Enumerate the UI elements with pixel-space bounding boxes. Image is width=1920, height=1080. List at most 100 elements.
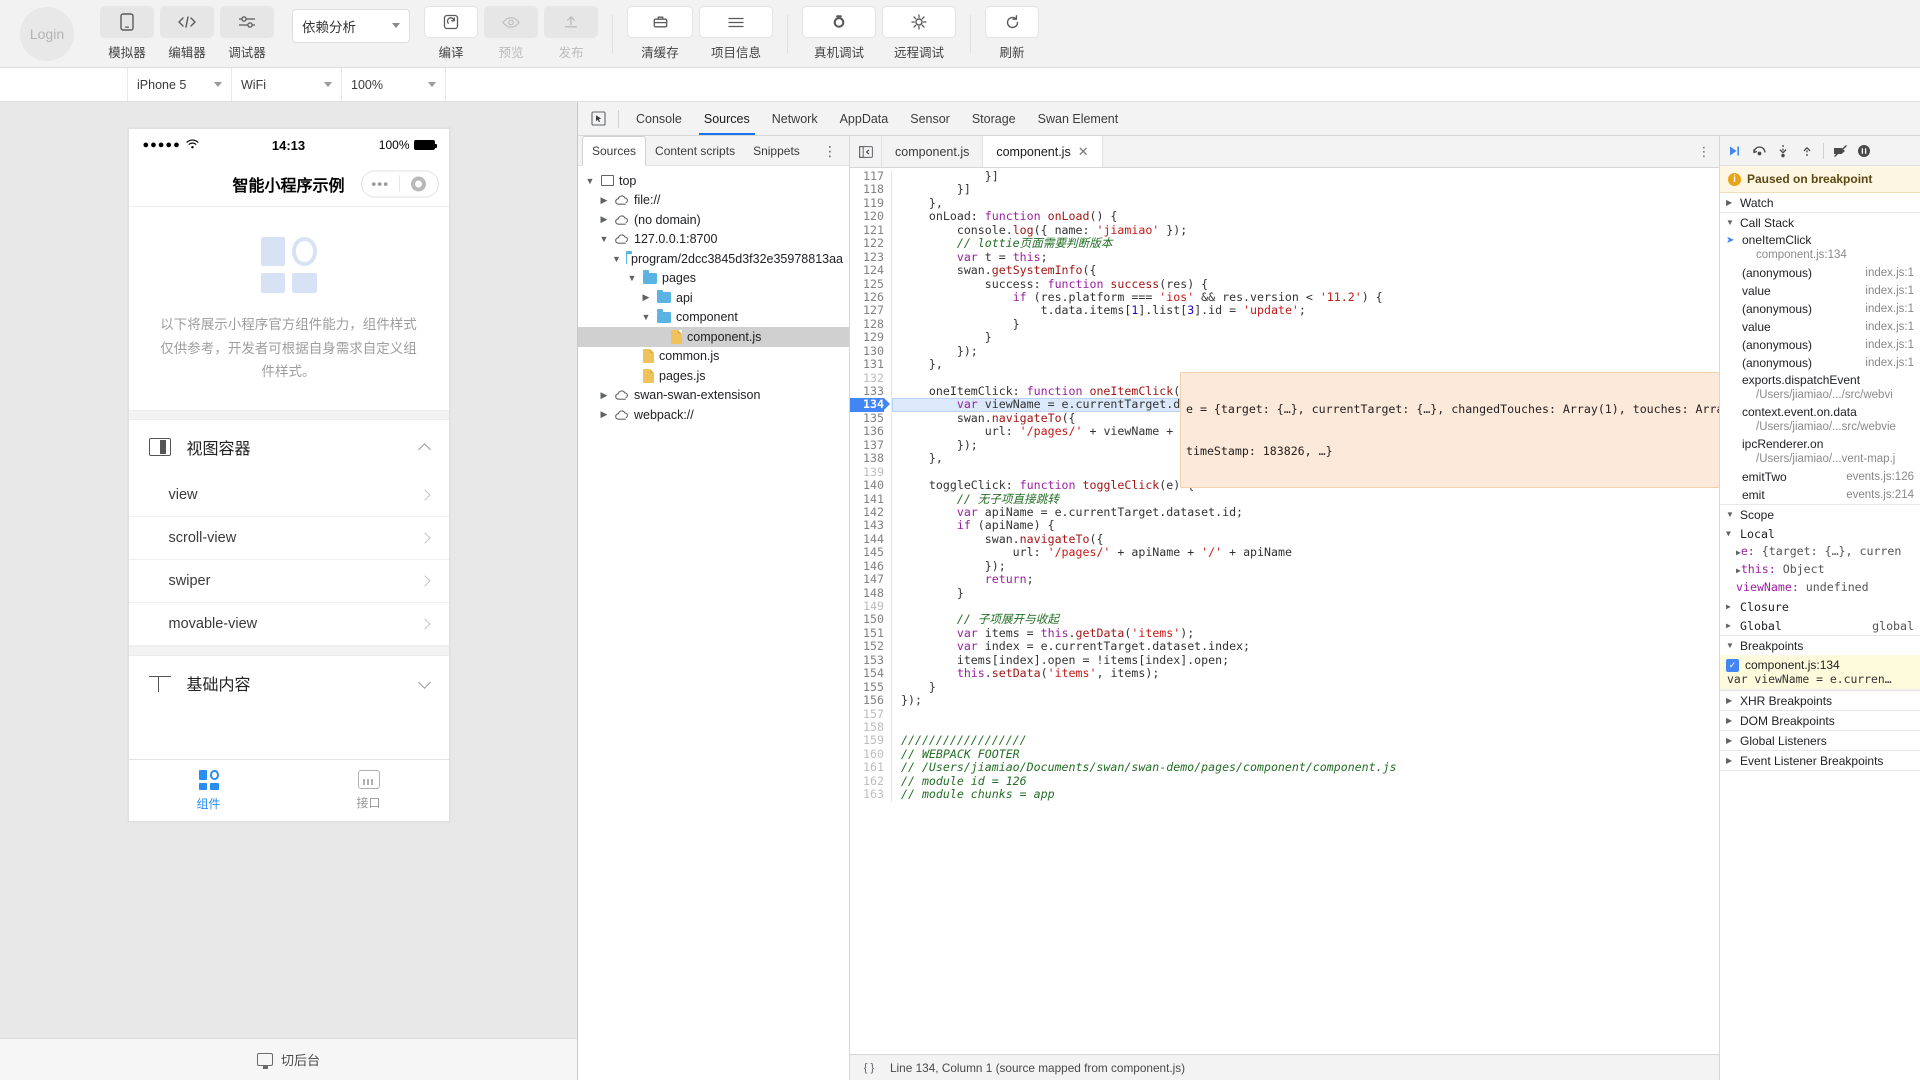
code-line[interactable]: var t = this; [901,251,1719,264]
line-number[interactable]: 129 [850,331,884,344]
tab-sensor[interactable]: Sensor [899,102,961,135]
zoom-select[interactable]: 100% [342,68,446,101]
code-line[interactable]: }); [901,345,1719,358]
code-line[interactable]: } [901,331,1719,344]
call-stack-frame[interactable]: (anonymous)index.js:1 [1720,336,1920,354]
tab-swan-element[interactable]: Swan Element [1027,102,1130,135]
line-number[interactable]: 136 [850,425,884,438]
tree-row[interactable]: ▶swan-swan-extensison [578,386,849,406]
device-debug-button[interactable]: 真机调试 [802,6,876,61]
tab-sources[interactable]: Sources [693,102,761,135]
code-line[interactable]: // lottie页面需要判断版本 [901,237,1719,250]
code-line[interactable]: } [901,681,1719,694]
list-item[interactable]: movable-view [129,603,449,646]
device-select[interactable]: iPhone 5 [128,68,232,101]
call-stack-frame[interactable]: emitTwoevents.js:126 [1720,468,1920,486]
tree-row[interactable]: ▶(no domain) [578,210,849,230]
deactivate-breakpoints-icon[interactable] [1829,140,1851,162]
code-line[interactable]: // 子项展开与收起 [901,613,1719,626]
code-line[interactable]: }] [901,183,1719,196]
step-into-icon[interactable] [1772,140,1794,162]
debugger-toggle-button[interactable]: 调试器 [220,6,274,61]
code-line[interactable]: var index = e.currentTarget.dataset.inde… [901,640,1719,653]
code-line[interactable]: onLoad: function onLoad() { [901,210,1719,223]
code-line[interactable]: // WEBPACK FOOTER [901,748,1719,761]
line-number-gutter[interactable]: 1171181191201211221231241251261271281291… [850,170,892,802]
nav-tab-content-scripts[interactable]: Content scripts [646,136,744,165]
scope-closure-header[interactable]: ▶ Closure [1720,597,1920,616]
tree-row[interactable]: ▶file:// [578,191,849,211]
code-viewport[interactable]: 1171181191201211221231241251261271281291… [850,168,1719,1054]
tree-row[interactable]: component.js [578,327,849,347]
tree-row[interactable]: ▼pages [578,269,849,289]
line-number[interactable]: 156 [850,694,884,707]
code-line[interactable]: }, [901,197,1719,210]
list-item[interactable]: swiper [129,560,449,603]
call-stack-frame[interactable]: valueindex.js:1 [1720,318,1920,336]
line-number[interactable]: 151 [850,627,884,640]
line-number[interactable]: 120 [850,210,884,223]
refresh-button[interactable]: 刷新 [985,6,1039,61]
list-item[interactable]: view [129,474,449,517]
line-number[interactable]: 145 [850,546,884,559]
step-out-icon[interactable] [1796,140,1818,162]
group-header-view-container[interactable]: 视图容器 [129,420,449,474]
code-line[interactable]: }] [901,170,1719,183]
line-number[interactable]: 127 [850,304,884,317]
remote-debug-button[interactable]: 远程调试 [882,6,956,61]
editor-tab-component-js-1[interactable]: component.js [882,136,983,167]
code-line[interactable]: this.setData('items', items); [901,667,1719,680]
line-number[interactable]: 143 [850,519,884,532]
code-line[interactable]: }); [901,694,1719,707]
inspect-element-icon[interactable] [584,107,612,131]
line-number[interactable]: 131 [850,358,884,371]
background-toggle-button[interactable]: 切后台 [0,1038,577,1080]
call-stack-section-header[interactable]: ▼ Call Stack [1720,213,1920,232]
global-listeners-header[interactable]: ▶ Global Listeners [1720,731,1920,750]
tab-api[interactable]: 接口 [289,760,449,821]
code-line[interactable]: url: '/pages/' + apiName + '/' + apiName [901,546,1719,559]
code-line[interactable]: t.data.items[1].list[3].id = 'update'; [901,304,1719,317]
tab-network[interactable]: Network [761,102,829,135]
line-number[interactable]: 128 [850,318,884,331]
code-line[interactable] [901,721,1719,734]
scope-variable[interactable]: ▶this: Object [1720,561,1920,579]
clear-cache-button[interactable]: 清缓存 [627,6,693,61]
tree-twisty[interactable]: ▶ [598,390,610,401]
call-stack-frame[interactable]: (anonymous)index.js:1 [1720,264,1920,282]
collapse-navigator-icon[interactable] [850,136,882,167]
tree-row[interactable]: ▶api [578,288,849,308]
line-number[interactable]: 122 [850,237,884,250]
tree-row[interactable]: ▼top [578,171,849,191]
call-stack-frame[interactable]: exports.dispatchEvent/Users/jiamiao/.../… [1720,372,1920,404]
call-stack-frame[interactable]: oneItemClickcomponent.js:134 [1720,232,1920,264]
compile-button[interactable]: 编译 [424,6,478,61]
editor-more-icon[interactable]: ⋮ [1689,136,1719,167]
line-number[interactable]: 123 [850,251,884,264]
line-number[interactable]: 155 [850,681,884,694]
step-over-icon[interactable] [1748,140,1770,162]
code-line[interactable]: success: function success(res) { [901,278,1719,291]
line-number[interactable]: 154 [850,667,884,680]
event-listener-breakpoints-header[interactable]: ▶ Event Listener Breakpoints [1720,751,1920,770]
line-number[interactable]: 124 [850,264,884,277]
tree-row[interactable]: common.js [578,347,849,367]
list-item[interactable]: scroll-view [129,517,449,560]
call-stack-frame[interactable]: context.event.on.data/Users/jiamiao/...s… [1720,404,1920,436]
code-line[interactable]: return; [901,573,1719,586]
line-number[interactable]: 144 [850,533,884,546]
code-line[interactable]: swan.navigateTo({ [901,533,1719,546]
line-number[interactable]: 153 [850,654,884,667]
network-select[interactable]: WiFi [232,68,342,101]
line-number[interactable]: 118 [850,183,884,196]
line-number[interactable]: 130 [850,345,884,358]
tree-row[interactable]: ▼component [578,308,849,328]
line-number[interactable]: 141 [850,493,884,506]
project-info-button[interactable]: 项目信息 [699,6,773,61]
line-number[interactable]: 148 [850,587,884,600]
code-line[interactable]: items[index].open = !items[index].open; [901,654,1719,667]
tree-twisty[interactable]: ▶ [598,214,610,225]
line-number[interactable]: 163 [850,788,884,801]
nav-tab-sources[interactable]: Sources [582,136,646,166]
tab-storage[interactable]: Storage [961,102,1027,135]
